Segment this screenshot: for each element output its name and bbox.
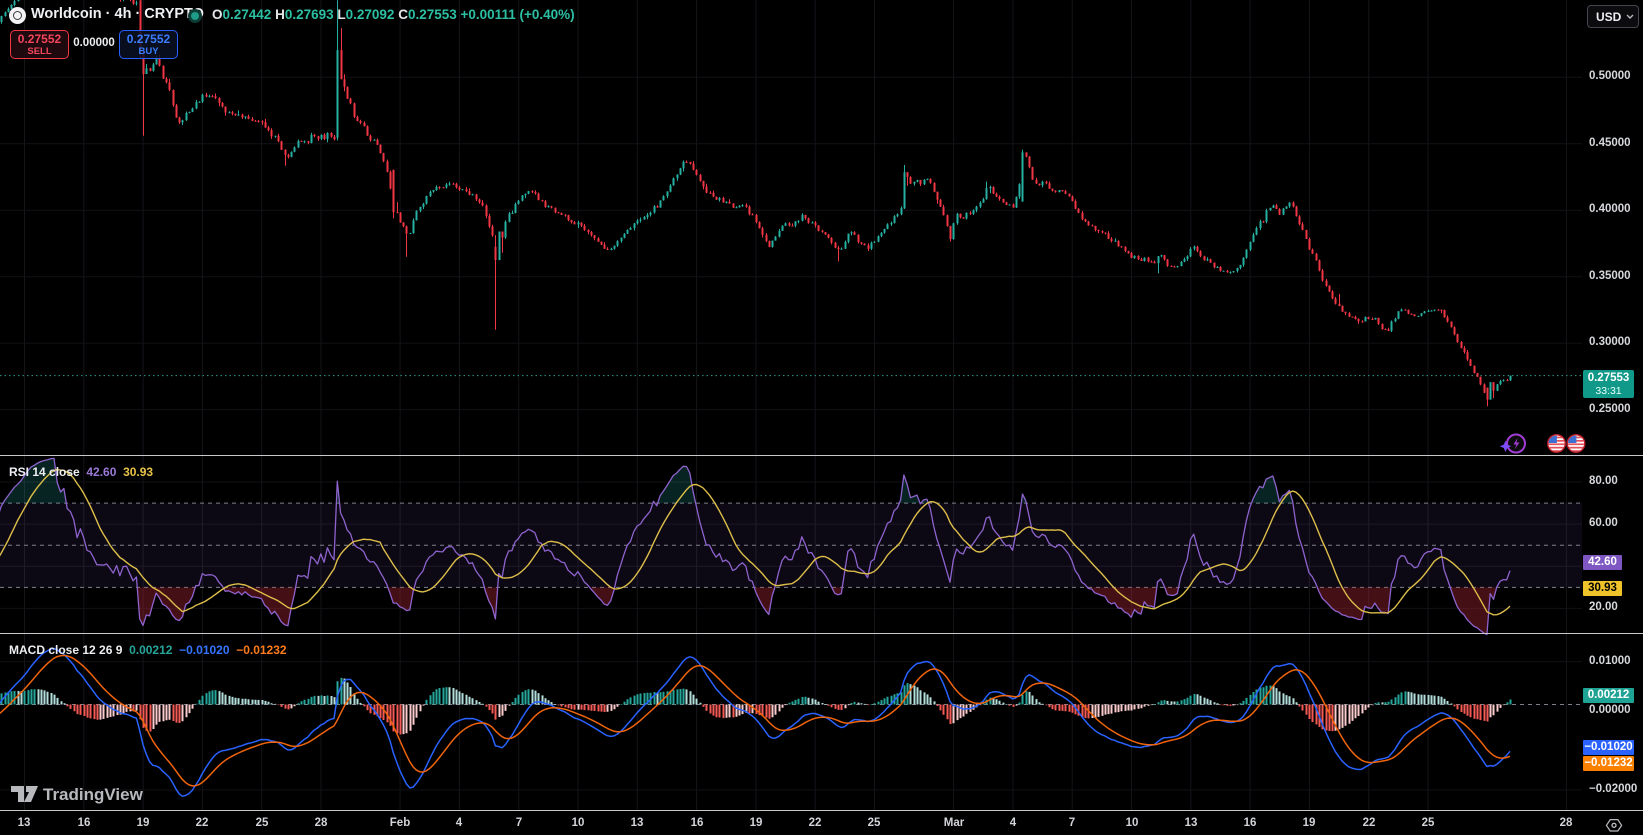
svg-text:TradingView: TradingView	[43, 785, 144, 804]
